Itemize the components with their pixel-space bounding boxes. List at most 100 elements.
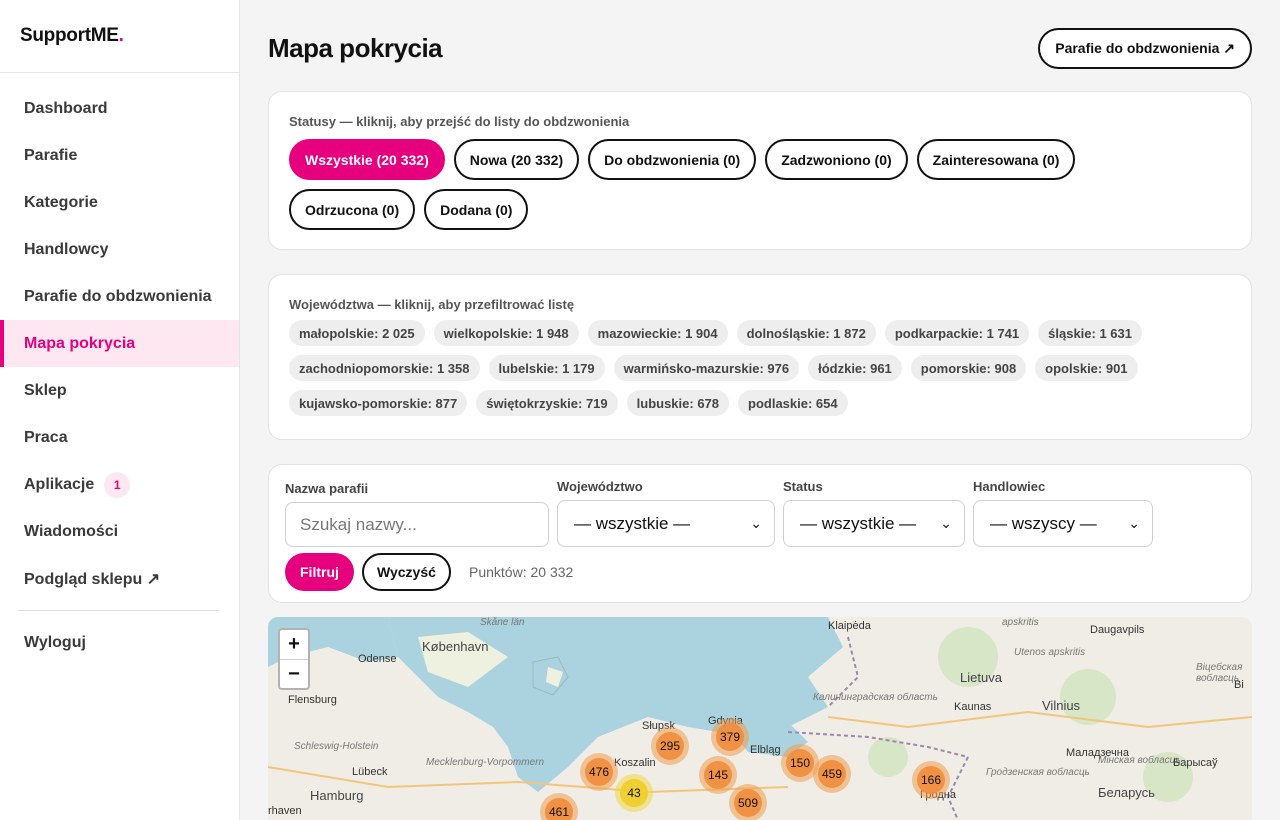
region-chip[interactable]: mazowieckie: 1 904 (587, 320, 728, 346)
brand-logo[interactable]: SupportME. (0, 0, 239, 73)
map-cluster[interactable]: 43 (615, 774, 653, 812)
map-label: Барысаў (1173, 757, 1218, 769)
sidebar-item-podglad-sklepu[interactable]: Podgląd sklepu ↗ (0, 555, 239, 602)
sidebar-item-praca[interactable]: Praca (0, 414, 239, 461)
map-label: Daugavpils (1090, 624, 1145, 636)
map-label: Vilnius (1042, 698, 1081, 713)
cluster-count: 150 (786, 749, 814, 777)
status-select[interactable]: — wszystkie — ⌄ (783, 500, 965, 547)
map-label: Калининградская область (813, 692, 938, 703)
zoom-control: + − (278, 628, 310, 690)
sidebar-item-sklep[interactable]: Sklep (0, 367, 239, 414)
cluster-count: 295 (656, 732, 684, 760)
sidebar: SupportME. Dashboard Parafie Kategorie H… (0, 0, 240, 820)
region-chip[interactable]: warmińsko-mazurskie: 976 (613, 355, 800, 381)
region-chip[interactable]: podlaskie: 654 (738, 390, 848, 416)
filter-button[interactable]: Filtruj (285, 553, 354, 591)
map-label: rhaven (268, 805, 302, 817)
sidebar-nav: Dashboard Parafie Kategorie Handlowcy Pa… (0, 73, 239, 666)
sidebar-item-label: Praca (24, 428, 68, 446)
rep-filter-group: Handlowiec — wszyscy — ⌄ (973, 479, 1153, 547)
cluster-count: 43 (620, 779, 648, 807)
sidebar-item-label: Wiadomości (24, 522, 119, 540)
sidebar-item-label: Parafie do obdzwonienia (24, 287, 212, 305)
status-filter-label: Status (783, 479, 823, 494)
sidebar-item-label: Kategorie (24, 193, 98, 211)
coverage-map[interactable]: + − Skåne län København Odense Flensburg… (268, 617, 1252, 820)
status-pill-zainteresowana[interactable]: Zainteresowana (0) (916, 139, 1076, 180)
region-chip[interactable]: pomorskie: 908 (910, 355, 1027, 381)
map-cluster[interactable]: 295 (651, 727, 689, 765)
map-label: København (422, 639, 489, 654)
region-chip[interactable]: podkarpackie: 1 741 (884, 320, 1030, 346)
rep-select[interactable]: — wszyscy — ⌄ (973, 500, 1153, 547)
region-chip[interactable]: świętokrzyskie: 719 (476, 390, 618, 416)
sidebar-item-handlowcy[interactable]: Handlowcy (0, 226, 239, 273)
region-chip[interactable]: dolnośląskie: 1 872 (736, 320, 876, 346)
map-cluster[interactable]: 379 (711, 718, 749, 756)
map-label: apskritis (1002, 617, 1039, 628)
cluster-count: 459 (818, 760, 846, 788)
map-cluster[interactable]: 509 (729, 784, 767, 820)
map-cluster[interactable]: 476 (580, 753, 618, 791)
map-label: Flensburg (288, 694, 337, 706)
map-label: Skåne län (480, 617, 525, 628)
sidebar-divider (18, 610, 219, 611)
sidebar-item-mapa-pokrycia[interactable]: Mapa pokrycia (0, 320, 239, 367)
region-select[interactable]: — wszystkie — ⌄ (557, 500, 775, 547)
sidebar-item-wyloguj[interactable]: Wyloguj (0, 619, 239, 666)
map-label: Hamburg (310, 788, 364, 803)
sidebar-item-parafie[interactable]: Parafie (0, 132, 239, 179)
region-chip[interactable]: śląskie: 1 631 (1038, 320, 1142, 346)
status-pill-odrzucona[interactable]: Odrzucona (0) (289, 189, 416, 230)
zoom-in-button[interactable]: + (280, 630, 308, 660)
search-input[interactable]: Szukaj nazwy... (285, 502, 549, 547)
sidebar-item-wiadomosci[interactable]: Wiadomości (0, 508, 239, 555)
map-label: Koszalin (614, 757, 656, 769)
status-card-label: Statusy — kliknij, aby przejść do listy … (289, 114, 630, 129)
region-chip[interactable]: małopolskie: 2 025 (289, 320, 425, 346)
status-card: Statusy — kliknij, aby przejść do listy … (268, 91, 1252, 250)
region-chip[interactable]: kujawsko-pomorskie: 877 (289, 390, 468, 416)
status-pill-zadzwoniono[interactable]: Zadzwoniono (0) (765, 139, 908, 180)
sidebar-item-label: Mapa pokrycia (24, 334, 136, 352)
region-chip[interactable]: opolskie: 901 (1035, 355, 1138, 381)
region-chip[interactable]: lubuskie: 678 (626, 390, 730, 416)
status-pill-do-obdzwonienia[interactable]: Do obdzwonienia (0) (588, 139, 757, 180)
parafie-do-obdzwonienia-button[interactable]: Parafie do obdzwonienia ↗ (1038, 28, 1252, 69)
cluster-count: 166 (917, 766, 945, 794)
name-filter-label: Nazwa parafii (285, 481, 369, 496)
chevron-down-icon: ⌄ (750, 515, 762, 531)
map-cluster[interactable]: 145 (699, 756, 737, 794)
region-chip[interactable]: łódzkie: 961 (808, 355, 902, 381)
map-label: Elbląg (750, 744, 781, 756)
sidebar-item-kategorie[interactable]: Kategorie (0, 179, 239, 226)
sidebar-item-parafie-do-obdzwonienia[interactable]: Parafie do obdzwonienia (0, 273, 239, 320)
sidebar-item-label: Sklep (24, 381, 67, 399)
region-filter-group: Województwo — wszystkie — ⌄ (557, 479, 775, 547)
region-card: Województwa — kliknij, aby przefiltrować… (268, 274, 1252, 440)
rep-select-value: — wszyscy — (990, 513, 1097, 533)
region-chip[interactable]: zachodniopomorskie: 1 358 (289, 355, 480, 381)
map-cluster[interactable]: 166 (912, 761, 950, 799)
map-label: Odense (358, 653, 397, 665)
status-pill-wszystkie[interactable]: Wszystkie (20 332) (289, 139, 445, 180)
status-pill-dodana[interactable]: Dodana (0) (424, 189, 529, 230)
map-label: Kaunas (954, 701, 992, 713)
map-label: Bi (1234, 679, 1244, 691)
sidebar-item-label: Parafie (24, 146, 78, 164)
sidebar-item-aplikacje[interactable]: Aplikacje 1 (0, 461, 239, 508)
region-chip[interactable]: wielkopolskie: 1 948 (433, 320, 579, 346)
map-cluster[interactable]: 459 (813, 755, 851, 793)
status-pill-nowa[interactable]: Nowa (20 332) (453, 139, 580, 180)
map-label: Mecklenburg-Vorpommern (426, 757, 545, 768)
region-chip[interactable]: lubelskie: 1 179 (488, 355, 605, 381)
clear-button[interactable]: Wyczyść (362, 553, 451, 591)
cluster-count: 476 (585, 758, 613, 786)
sidebar-item-label: Wyloguj (24, 633, 86, 651)
sidebar-item-dashboard[interactable]: Dashboard (0, 85, 239, 132)
zoom-out-button[interactable]: − (280, 660, 308, 689)
sidebar-item-label: Dashboard (24, 99, 108, 117)
region-filter-label: Województwo (557, 479, 643, 494)
brand-name: SupportME (20, 25, 119, 46)
